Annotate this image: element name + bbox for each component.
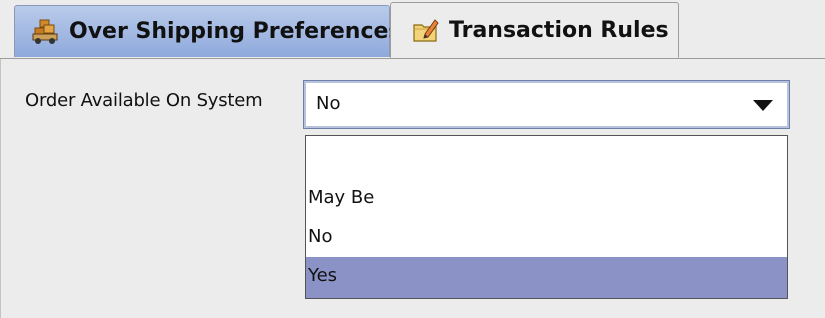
combo-selected-value: No [316,93,341,114]
dropdown-arrow-icon[interactable] [753,100,773,111]
order-available-combobox[interactable]: No [303,80,790,129]
dropdown-list: May Be No Yes [305,135,788,299]
tab-transaction-rules[interactable]: Transaction Rules [390,2,679,58]
truck-boxes-icon [32,19,58,44]
dropdown-option-no[interactable]: No [306,218,787,256]
tab-content-panel: Order Available On System No May Be No Y… [0,59,825,318]
tab-strip: Over Shipping Preferences Transaction Ru… [0,0,825,59]
dropdown-option-yes[interactable]: Yes [306,257,787,298]
dropdown-option-maybe[interactable]: May Be [306,179,787,217]
folder-edit-icon [413,19,439,42]
tab-over-shipping-preferences[interactable]: Over Shipping Preferences [14,5,402,57]
order-available-label: Order Available On System [25,90,263,111]
dialog-window: Over Shipping Preferences Transaction Ru… [0,0,825,318]
tab-label: Transaction Rules [449,17,669,43]
dropdown-option-empty[interactable] [306,136,787,176]
tab-label: Over Shipping Preferences [69,19,402,44]
